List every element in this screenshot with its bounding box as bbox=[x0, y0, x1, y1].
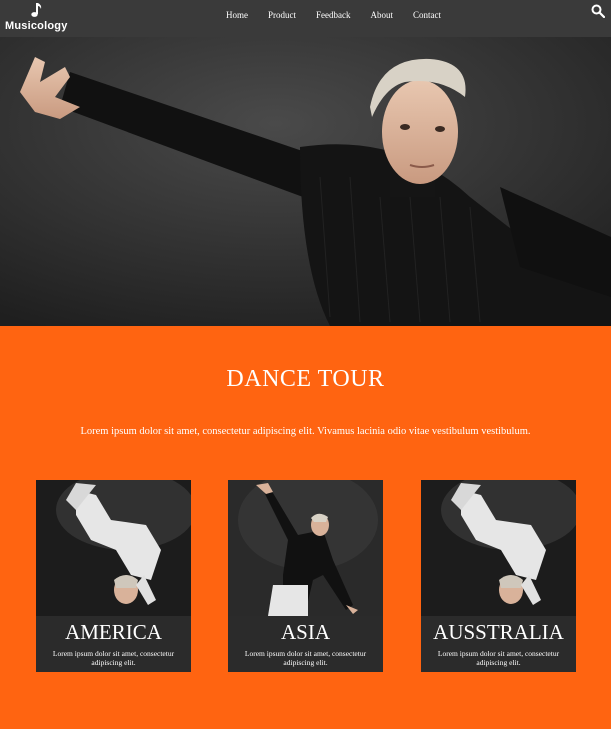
card-title: AMERICA bbox=[65, 620, 162, 644]
card-title: ASIA bbox=[280, 620, 330, 644]
search-icon[interactable] bbox=[591, 4, 605, 18]
nav-menu: Home Product Feedback About Contact bbox=[216, 0, 451, 30]
card-title: AUSSTRALIA bbox=[433, 620, 564, 644]
card-image bbox=[228, 480, 383, 616]
music-note-icon bbox=[31, 3, 42, 17]
nav-link-contact[interactable]: Contact bbox=[403, 10, 451, 20]
nav-link-product[interactable]: Product bbox=[258, 10, 306, 20]
nav-link-home[interactable]: Home bbox=[216, 10, 258, 20]
page: Musicology Home Product Feedback About C… bbox=[0, 0, 611, 729]
card-image bbox=[36, 480, 191, 616]
card-image bbox=[421, 480, 576, 616]
nav-link-about[interactable]: About bbox=[360, 10, 403, 20]
tour-card-ausstralia[interactable]: AUSSTRALIA Lorem ipsum dolor sit amet, c… bbox=[421, 480, 576, 672]
brand-name: Musicology bbox=[5, 20, 68, 32]
logo[interactable]: Musicology bbox=[5, 2, 68, 34]
nav-link-feedback[interactable]: Feedback bbox=[306, 10, 360, 20]
card-text: Lorem ipsum dolor sit amet, consectetur … bbox=[52, 649, 175, 667]
section-description: Lorem ipsum dolor sit amet, consectetur … bbox=[80, 426, 531, 437]
hero-image bbox=[0, 37, 611, 326]
tour-card-asia[interactable]: ASIA Lorem ipsum dolor sit amet, consect… bbox=[228, 480, 383, 672]
card-text: Lorem ipsum dolor sit amet, consectetur … bbox=[437, 649, 560, 667]
tour-card-america[interactable]: AMERICA Lorem ipsum dolor sit amet, cons… bbox=[36, 480, 191, 672]
tour-section: DANCE TOUR Lorem ipsum dolor sit amet, c… bbox=[0, 326, 611, 729]
card-text: Lorem ipsum dolor sit amet, consectetur … bbox=[244, 649, 367, 667]
navbar: Musicology Home Product Feedback About C… bbox=[0, 0, 611, 37]
section-title: DANCE TOUR bbox=[226, 366, 385, 392]
